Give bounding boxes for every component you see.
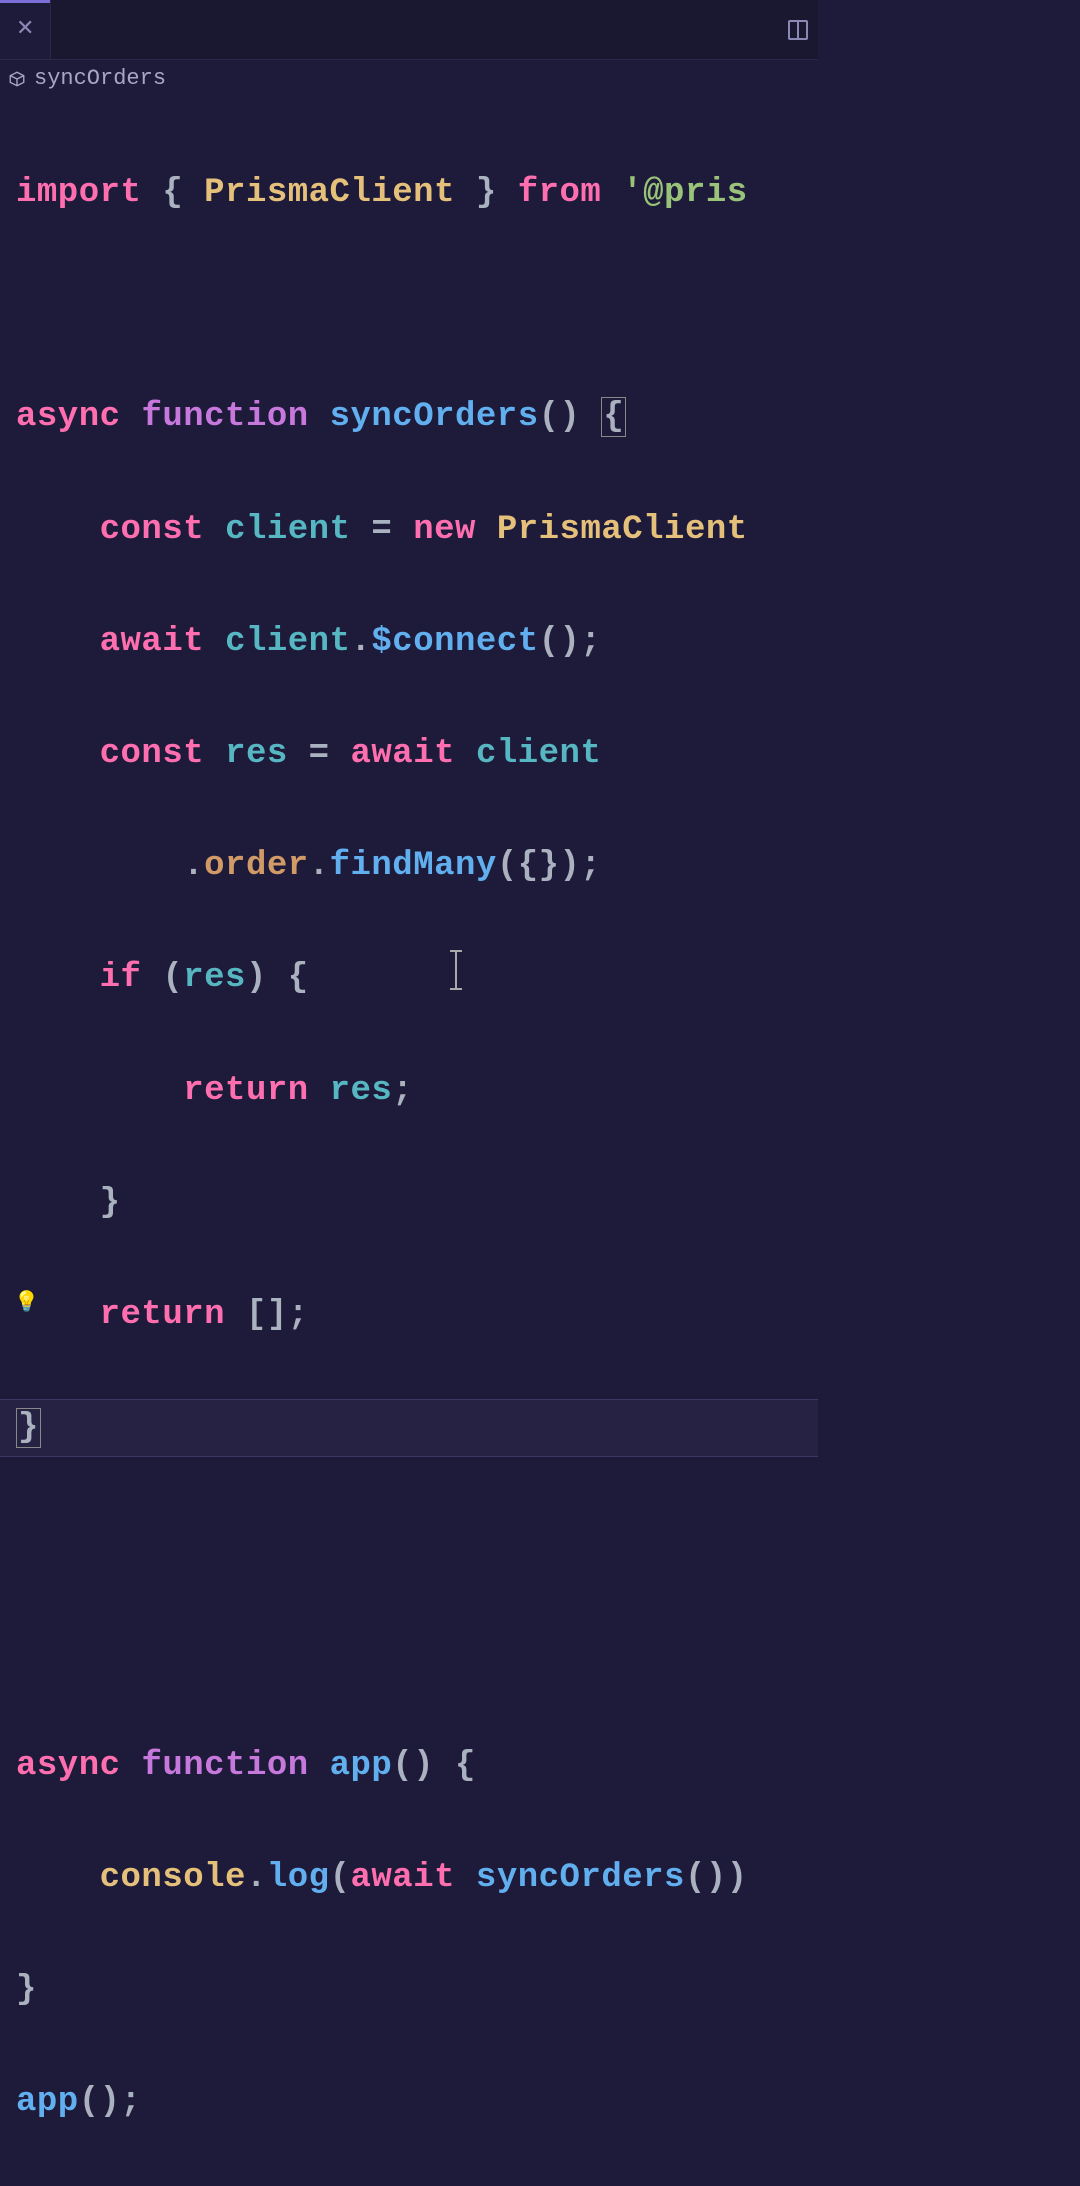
code-line[interactable]: async function app() { [16, 1738, 818, 1794]
code-line[interactable]: const client = new PrismaClient [16, 502, 818, 558]
code-line[interactable]: app(); [16, 2074, 818, 2130]
tab-active-indicator [0, 0, 50, 3]
breadcrumb[interactable]: syncOrders [0, 60, 818, 97]
symbol-method-icon [8, 70, 26, 88]
code-line[interactable] [16, 1626, 818, 1682]
close-tab-icon[interactable]: ✕ [16, 19, 34, 41]
code-line[interactable]: await client.$connect(); [16, 614, 818, 670]
code-line[interactable]: console.log(await syncOrders()) [16, 1850, 818, 1906]
code-line[interactable]: } [16, 1175, 818, 1231]
code-line[interactable] [16, 1513, 818, 1569]
code-line[interactable]: async function syncOrders() { [16, 389, 818, 445]
code-editor[interactable]: import { PrismaClient } from '@pris asyn… [0, 97, 818, 2186]
code-line[interactable]: return res; [16, 1063, 818, 1119]
code-line[interactable]: const res = await client [16, 726, 818, 782]
code-line[interactable] [16, 277, 818, 333]
lightbulb-icon[interactable]: 💡 [14, 1287, 39, 1320]
breadcrumb-symbol: syncOrders [34, 66, 166, 91]
code-line[interactable]: } [16, 1962, 818, 2018]
tab-bar: ✕ [0, 0, 818, 60]
code-line[interactable]: if (res) { [16, 950, 818, 1006]
code-line[interactable]: import { PrismaClient } from '@pris [16, 165, 818, 221]
code-line-current[interactable]: } [0, 1399, 818, 1457]
text-cursor [455, 950, 457, 990]
split-editor-icon[interactable] [786, 18, 810, 42]
code-line[interactable]: 💡 return []; [16, 1287, 818, 1343]
code-line[interactable]: .order.findMany({}); [16, 838, 818, 894]
active-tab[interactable]: ✕ [0, 0, 51, 59]
